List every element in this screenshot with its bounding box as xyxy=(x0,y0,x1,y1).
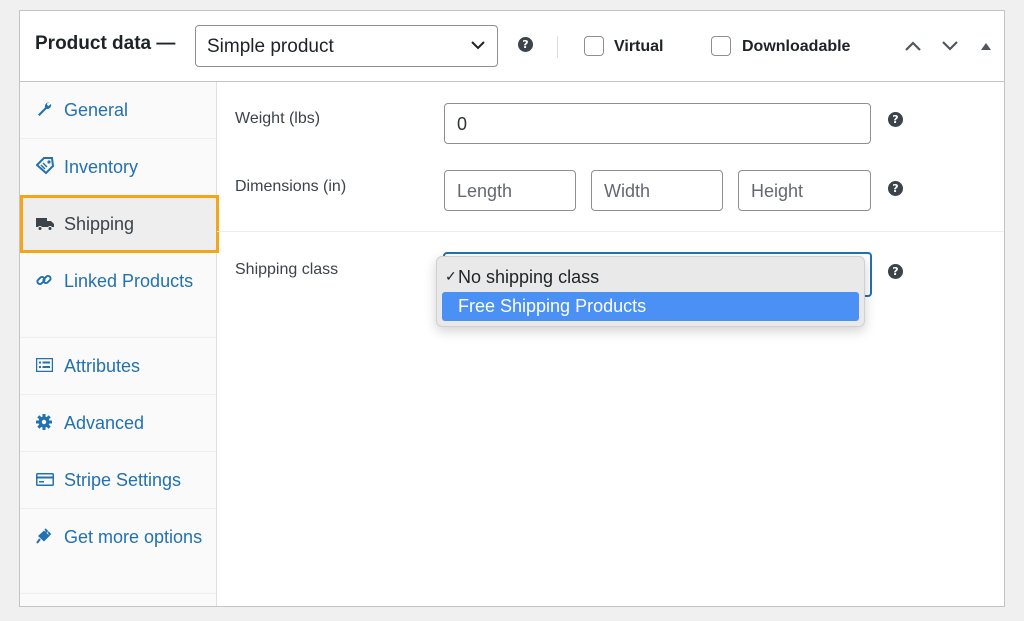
tab-label: Inventory xyxy=(64,157,139,177)
panel-header: Product data — Simple product ? Virtual … xyxy=(20,11,1004,82)
tab-attributes[interactable]: Attributes xyxy=(20,338,216,395)
tab-label: Advanced xyxy=(64,413,145,433)
gear-icon xyxy=(36,414,52,430)
header-divider xyxy=(557,36,558,58)
height-placeholder: Height xyxy=(751,181,804,201)
option-no-shipping-class[interactable]: ✓ No shipping class xyxy=(442,263,859,292)
width-placeholder: Width xyxy=(604,181,651,201)
option-free-shipping-products[interactable]: Free Shipping Products xyxy=(442,292,859,321)
chevron-down-icon xyxy=(471,41,485,50)
width-input[interactable]: Width xyxy=(591,170,723,211)
option-label: Free Shipping Products xyxy=(458,296,647,316)
weight-value: 0 xyxy=(457,114,468,134)
tab-general[interactable]: General xyxy=(20,82,216,139)
list-icon xyxy=(36,358,53,372)
tab-advanced[interactable]: Advanced xyxy=(20,395,216,452)
help-icon[interactable]: ? xyxy=(518,37,533,52)
shipping-class-label: Shipping class xyxy=(235,261,339,278)
tab-stripe-settings[interactable]: Stripe Settings xyxy=(20,452,216,509)
dimensions-label: Dimensions (in) xyxy=(235,178,347,195)
tab-label: General xyxy=(64,100,129,120)
help-icon[interactable]: ? xyxy=(888,112,903,127)
move-up-icon[interactable] xyxy=(904,40,922,52)
panel-title: Product data — xyxy=(35,33,176,54)
downloadable-checkbox[interactable] xyxy=(711,36,731,56)
section-divider xyxy=(217,231,1004,232)
product-data-tabs: General Inventory Shipping Linked Produc… xyxy=(20,82,217,606)
weight-label: Weight (lbs) xyxy=(235,110,321,127)
length-input[interactable]: Length xyxy=(444,170,576,211)
tab-label: Linked Products xyxy=(64,271,194,291)
virtual-label: Virtual xyxy=(614,38,664,55)
tab-label: Attributes xyxy=(64,356,141,376)
product-type-select[interactable]: Simple product xyxy=(195,25,498,67)
move-down-icon[interactable] xyxy=(941,40,959,52)
help-icon[interactable]: ? xyxy=(888,181,903,196)
tab-label: Get more options xyxy=(64,527,203,547)
card-icon xyxy=(36,473,54,486)
collapse-toggle-icon[interactable] xyxy=(980,41,992,51)
tab-inventory[interactable]: Inventory xyxy=(20,139,216,196)
option-label: No shipping class xyxy=(458,267,600,287)
length-placeholder: Length xyxy=(457,181,513,201)
tab-linked-products[interactable]: Linked Products xyxy=(20,253,216,338)
help-icon[interactable]: ? xyxy=(888,264,903,279)
virtual-checkbox[interactable] xyxy=(584,36,604,56)
weight-input[interactable]: 0 xyxy=(444,103,871,144)
tag-icon xyxy=(36,157,54,175)
tab-get-more-options[interactable]: Get more options xyxy=(20,509,216,594)
checkmark-icon: ✓ xyxy=(445,268,457,284)
downloadable-label: Downloadable xyxy=(742,38,851,55)
wrench-icon xyxy=(38,102,52,116)
tab-label: Stripe Settings xyxy=(64,470,182,490)
product-type-value: Simple product xyxy=(207,36,334,57)
height-input[interactable]: Height xyxy=(738,170,871,211)
shipping-class-dropdown: ✓ No shipping class Free Shipping Produc… xyxy=(436,256,865,327)
product-data-panel: Product data — Simple product ? Virtual … xyxy=(19,10,1005,607)
shipping-tab-highlight xyxy=(20,195,219,253)
